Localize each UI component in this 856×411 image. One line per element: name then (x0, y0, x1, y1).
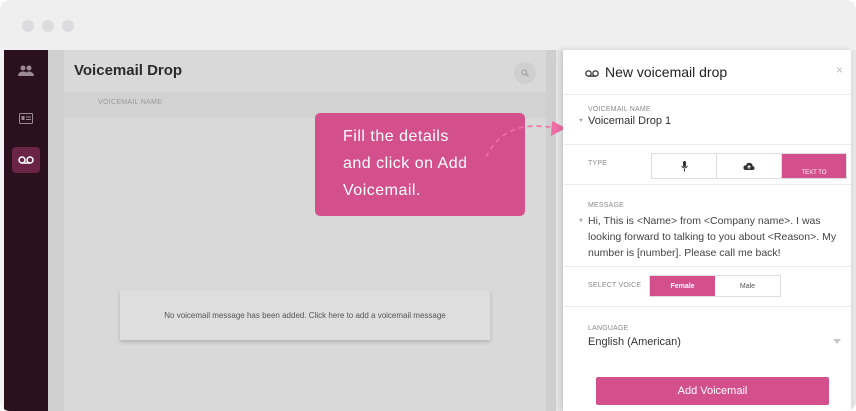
search-icon (521, 69, 529, 77)
required-mark: * (579, 217, 583, 228)
type-record-button[interactable] (652, 154, 717, 178)
voicemail-name-label: VOICEMAIL NAME (588, 106, 651, 113)
required-mark: * (579, 117, 583, 128)
tutorial-tooltip: Fill the details and click on Add Voicem… (315, 113, 525, 216)
message-label: MESSAGE (588, 202, 625, 209)
chevron-down-icon (833, 339, 841, 344)
tooltip-text: Fill the details and click on Add Voicem… (343, 123, 513, 204)
panel-title: New voicemail drop (605, 64, 728, 80)
people-icon (18, 65, 34, 76)
search-button[interactable] (514, 62, 536, 84)
cloud-upload-icon (743, 162, 755, 170)
add-voicemail-button[interactable]: Add Voicemail (596, 377, 829, 405)
type-row: TYPE TEXT TO (563, 144, 851, 185)
type-upload-button[interactable] (717, 154, 782, 178)
type-label: TYPE (588, 160, 608, 167)
voice-male-button[interactable]: Male (715, 276, 780, 296)
microphone-icon (680, 160, 688, 171)
type-selector: TEXT TO (651, 153, 847, 179)
window-close-dot[interactable] (22, 20, 34, 32)
voice-selector: Female Male (649, 275, 781, 297)
language-label: LANGUAGE (588, 325, 629, 332)
main-panel: Voicemail Drop VOICEMAIL NAME No voicema… (64, 50, 546, 411)
close-icon[interactable]: × (836, 63, 843, 77)
sidebar-item-voicemail[interactable] (12, 147, 40, 173)
app-window: Voicemail Drop VOICEMAIL NAME No voicema… (0, 0, 856, 411)
panel-header: New voicemail drop × (563, 50, 851, 94)
title-bar (0, 0, 856, 50)
language-value[interactable]: English (American) (588, 336, 681, 348)
message-field[interactable]: MESSAGE * Hi, This is <Name> from <Compa… (563, 184, 851, 275)
sidebar-item-contacts[interactable] (12, 58, 40, 84)
voicemail-name-input[interactable]: Voicemail Drop 1 (588, 115, 671, 127)
voicemail-name-field[interactable]: VOICEMAIL NAME * Voicemail Drop 1 (563, 94, 851, 145)
tooltip-line-3: Voicemail. (343, 182, 421, 199)
message-textarea[interactable]: Hi, This is <Name> from <Company name>. … (588, 213, 848, 261)
tooltip-line-2: and click on Add (343, 155, 468, 172)
new-voicemail-panel: New voicemail drop × VOICEMAIL NAME * Vo… (563, 50, 851, 411)
tooltip-line-1: Fill the details (343, 128, 449, 145)
window-maximize-dot[interactable] (62, 20, 74, 32)
sidebar-item-cards[interactable] (12, 105, 40, 131)
column-header-voicemail-name: VOICEMAIL NAME (98, 99, 163, 106)
page-title: Voicemail Drop (74, 62, 183, 79)
main-area: Voicemail Drop VOICEMAIL NAME No voicema… (48, 50, 556, 411)
voicemail-icon (18, 156, 34, 164)
voicemail-icon (585, 70, 599, 77)
type-text-to-speech-button[interactable]: TEXT TO (782, 154, 846, 178)
language-select[interactable]: LANGUAGE English (American) (563, 306, 851, 361)
select-voice-label: SELECT VOICE (588, 282, 642, 289)
window-minimize-dot[interactable] (42, 20, 54, 32)
voice-row: SELECT VOICE Female Male (563, 266, 851, 305)
empty-state-card[interactable]: No voicemail message has been added. Cli… (120, 290, 490, 340)
contact-card-icon (19, 112, 33, 124)
sidebar (4, 50, 48, 411)
voice-female-button[interactable]: Female (650, 276, 715, 296)
